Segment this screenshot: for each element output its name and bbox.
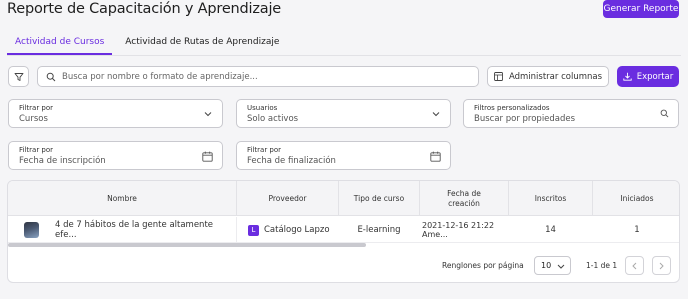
manage-columns-label: Administrar columnas bbox=[508, 71, 603, 82]
column-header-name[interactable]: Nombre bbox=[8, 181, 236, 216]
columns-icon bbox=[494, 72, 503, 81]
chevron-down-icon bbox=[204, 112, 212, 117]
enrollment-date-label: Filtrar por bbox=[19, 146, 54, 154]
export-label: Exportar bbox=[636, 71, 674, 82]
filter-button[interactable] bbox=[8, 66, 29, 87]
provider-name: Catálogo Lapzo bbox=[264, 225, 330, 235]
manage-columns-button[interactable]: Administrar columnas bbox=[487, 66, 609, 87]
course-thumbnail bbox=[24, 222, 39, 238]
users-value: Solo activos bbox=[247, 114, 299, 124]
search-icon bbox=[46, 72, 56, 81]
generate-report-button[interactable]: Generar Reporte bbox=[603, 0, 679, 18]
chevron-right-icon bbox=[659, 262, 664, 269]
table-header: Nombre Proveedor Tipo de curso Fecha de … bbox=[8, 181, 679, 216]
rows-per-page-value: 10 bbox=[541, 261, 552, 270]
completion-date-field[interactable]: Filtrar por Fecha de finalización bbox=[236, 141, 451, 170]
chevron-down-icon bbox=[557, 264, 565, 269]
column-divider bbox=[236, 217, 237, 243]
table-row[interactable]: 4 de 7 hábitos de la gente altamente efe… bbox=[8, 217, 679, 243]
column-header-provider[interactable]: Proveedor bbox=[237, 181, 338, 216]
tab-bar: Actividad de Cursos Actividad de Rutas d… bbox=[7, 33, 287, 55]
rows-per-page-select[interactable]: 10 bbox=[534, 256, 571, 275]
tab-learning-paths-activity[interactable]: Actividad de Rutas de Aprendizaje bbox=[117, 33, 287, 55]
provider-logo-icon: L bbox=[248, 224, 259, 236]
column-header-course-type[interactable]: Tipo de curso bbox=[339, 181, 419, 216]
download-icon bbox=[623, 72, 632, 81]
report-table: Nombre Proveedor Tipo de curso Fecha de … bbox=[7, 180, 680, 283]
course-name-cell[interactable]: 4 de 7 hábitos de la gente altamente efe… bbox=[55, 217, 233, 243]
previous-page-button[interactable] bbox=[625, 256, 644, 275]
calendar-icon[interactable] bbox=[202, 151, 213, 162]
search-placeholder: Busca por nombre o formato de aprendizaj… bbox=[62, 71, 258, 82]
enrollment-date-field[interactable]: Filtrar por Fecha de inscripción bbox=[8, 141, 223, 170]
page-title: Reporte de Capacitación y Aprendizaje bbox=[7, 1, 282, 17]
column-header-started[interactable]: Iniciados bbox=[593, 181, 679, 216]
column-header-enrolled[interactable]: Inscritos bbox=[509, 181, 592, 216]
tab-course-activity[interactable]: Actividad de Cursos bbox=[7, 33, 113, 55]
started-cell: 1 bbox=[634, 225, 640, 235]
rows-per-page-label: Renglones por página bbox=[442, 261, 524, 270]
filter-by-label: Filtrar por bbox=[19, 104, 54, 112]
column-header-creation-date[interactable]: Fecha de creación bbox=[420, 181, 508, 216]
completion-date-label: Filtrar por bbox=[247, 146, 282, 154]
next-page-button[interactable] bbox=[652, 256, 671, 275]
calendar-icon[interactable] bbox=[430, 151, 441, 162]
provider-cell: L Catálogo Lapzo bbox=[248, 217, 338, 243]
completion-date-value: Fecha de finalización bbox=[247, 156, 336, 166]
search-icon bbox=[660, 109, 669, 118]
custom-filters-label: Filtros personalizados bbox=[474, 104, 550, 112]
enrollment-date-value: Fecha de inscripción bbox=[19, 156, 106, 166]
tabs-divider bbox=[7, 55, 681, 56]
enrolled-cell: 14 bbox=[545, 225, 556, 235]
horizontal-scrollbar[interactable] bbox=[8, 243, 366, 247]
chevron-left-icon bbox=[632, 262, 637, 269]
users-select[interactable]: Usuarios Solo activos bbox=[236, 99, 451, 128]
export-button[interactable]: Exportar bbox=[617, 66, 679, 87]
filter-icon bbox=[14, 72, 23, 81]
users-label: Usuarios bbox=[247, 104, 278, 112]
search-input[interactable]: Busca por nombre o formato de aprendizaj… bbox=[37, 66, 479, 87]
chevron-down-icon bbox=[432, 112, 440, 117]
filter-by-value: Cursos bbox=[19, 114, 48, 124]
filter-by-select[interactable]: Filtrar por Cursos bbox=[8, 99, 223, 128]
creation-date-cell: 2021-12-16 21:22 Ame... bbox=[422, 221, 495, 239]
custom-filters-placeholder: Buscar por propiedades bbox=[474, 114, 576, 124]
pagination-range: 1-1 de 1 bbox=[586, 261, 618, 270]
custom-filters-input[interactable]: Filtros personalizados Buscar por propie… bbox=[463, 99, 679, 128]
course-type-cell: E-learning bbox=[357, 225, 401, 235]
